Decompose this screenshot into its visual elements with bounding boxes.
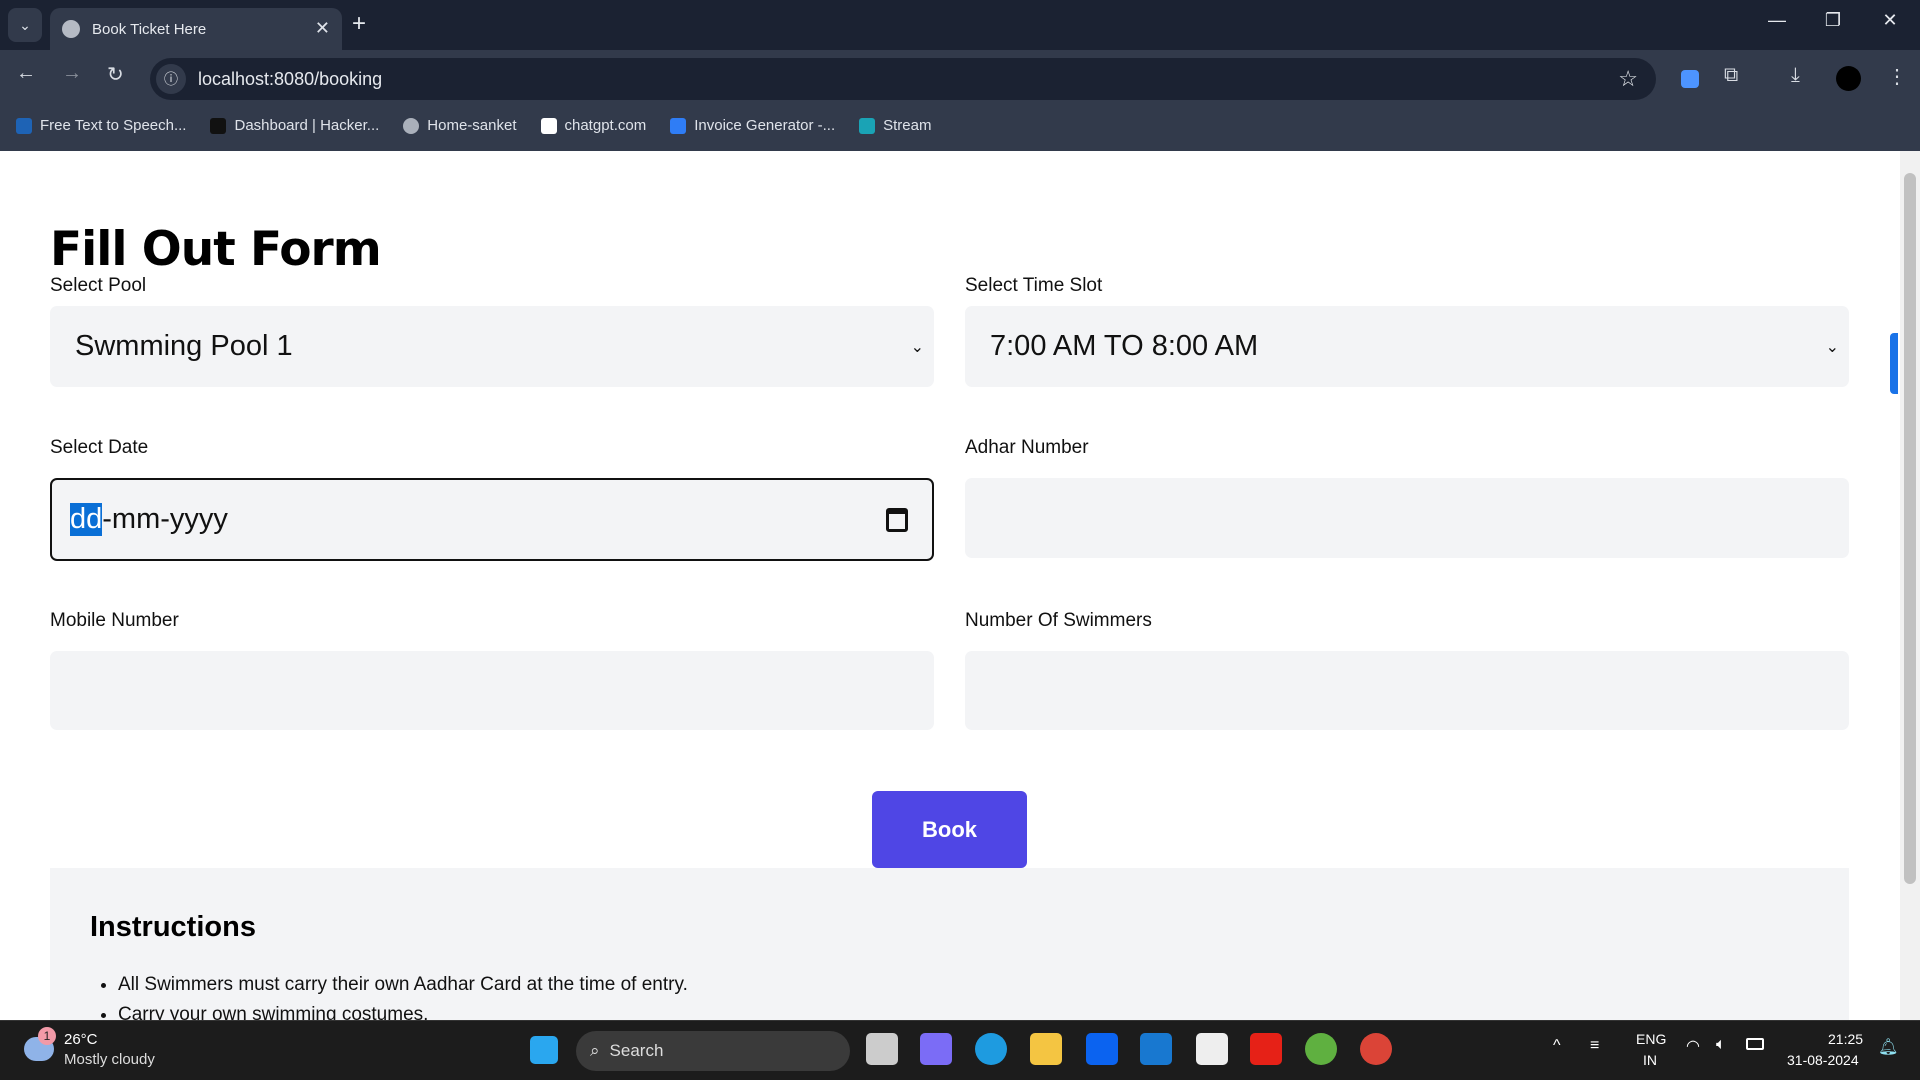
bookmark[interactable]: Invoice Generator -... [670, 117, 835, 134]
dropbox-icon[interactable] [1086, 1033, 1118, 1065]
clock-date[interactable]: 31-08-2024 [1787, 1052, 1859, 1068]
taskbar-search[interactable]: ⌕ Search [576, 1031, 850, 1071]
store-icon[interactable] [1196, 1033, 1228, 1065]
instructions-panel: Instructions All Swimmers must carry the… [50, 868, 1849, 1025]
clock-time[interactable]: 21:25 [1828, 1031, 1863, 1047]
swimmers-label: Number Of Swimmers [965, 610, 1152, 631]
instruction-item: All Swimmers must carry their own Aadhar… [118, 970, 688, 1000]
tab-active[interactable]: Book Ticket Here ✕ [50, 8, 342, 50]
edge-icon[interactable] [975, 1033, 1007, 1065]
chatgpt-icon [540, 117, 557, 134]
bookmark[interactable]: Dashboard | Hacker... [210, 117, 379, 134]
date-input[interactable]: dd -mm-yyyy [50, 478, 934, 561]
weather-text[interactable]: Mostly cloudy [64, 1051, 155, 1068]
search-icon: ⌕ [590, 1041, 600, 1060]
download-icon[interactable]: ⤓ [1791, 64, 1800, 87]
task-view-icon[interactable] [866, 1033, 898, 1065]
puzzle-icon[interactable]: ⧉ [1724, 64, 1738, 87]
avatar[interactable] [1836, 66, 1861, 91]
notification-badge: 1 [38, 1027, 56, 1045]
star-icon[interactable]: ☆ [1618, 66, 1638, 92]
minimize-button[interactable]: — [1757, 10, 1797, 31]
tab-search-button[interactable]: ⌄ [8, 8, 42, 42]
back-button[interactable]: ← [16, 62, 36, 85]
pool-label: Select Pool [50, 275, 147, 296]
send-icon [670, 117, 687, 134]
date-label: Select Date [50, 437, 149, 458]
scrollbar-thumb[interactable] [1904, 173, 1916, 884]
tab-title: Book Ticket Here [92, 20, 207, 38]
language-bottom[interactable]: IN [1643, 1052, 1657, 1068]
language-top[interactable]: ENG [1636, 1031, 1666, 1047]
forward-button[interactable]: → [62, 62, 82, 85]
book-button[interactable]: Book [872, 791, 1027, 868]
info-icon[interactable]: ⓘ [156, 64, 186, 94]
spring-icon[interactable] [1305, 1033, 1337, 1065]
new-tab-button[interactable]: + [352, 10, 366, 38]
taskbar: 1 26°C Mostly cloudy ⌕ Search ^ ≡ ENG IN … [0, 1020, 1920, 1080]
page-title: Fill Out Form [50, 222, 382, 277]
chevron-up-icon[interactable]: ^ [1553, 1037, 1561, 1055]
globe-icon [62, 20, 80, 38]
chevron-down-icon: ⌄ [1825, 338, 1839, 356]
side-panel-indicator[interactable] [1890, 333, 1898, 394]
swimmers-input[interactable] [965, 651, 1849, 730]
adhar-label: Adhar Number [965, 437, 1089, 458]
bookmark[interactable]: Free Text to Speech... [16, 117, 186, 134]
chevron-down-icon: ⌄ [910, 338, 924, 356]
url-text: localhost:8080/booking [198, 68, 383, 89]
bookmark-icon [210, 117, 227, 134]
adhar-input[interactable] [965, 478, 1849, 558]
bell-icon[interactable]: 🔔︎ [1878, 1037, 1898, 1057]
wifi-icon[interactable]: ◠ [1686, 1036, 1700, 1056]
bookmark[interactable]: chatgpt.com [540, 117, 646, 134]
temperature[interactable]: 26°C [64, 1031, 98, 1048]
globe-icon [403, 117, 420, 134]
windows-start-icon[interactable] [530, 1036, 558, 1064]
volume-icon[interactable]: 🔈︎ [1716, 1036, 1726, 1054]
time-slot-label: Select Time Slot [965, 275, 1103, 296]
restore-button[interactable]: ❐ [1813, 10, 1853, 31]
instructions-title: Instructions [90, 911, 256, 943]
battery-icon[interactable] [1746, 1038, 1764, 1050]
chrome-icon[interactable] [1360, 1033, 1392, 1065]
bookmarks-bar: Free Text to Speech... Dashboard | Hacke… [0, 100, 1920, 151]
extension-icon[interactable] [1681, 70, 1699, 88]
copilot-icon[interactable] [920, 1033, 952, 1065]
mobile-input[interactable] [50, 651, 934, 730]
time-slot-select[interactable]: 7:00 AM TO 8:00 AM ⌄ [965, 306, 1849, 387]
app-icon[interactable] [1140, 1033, 1172, 1065]
bookmark-icon [16, 117, 32, 134]
address-bar[interactable]: ⓘ localhost:8080/booking ☆ [150, 58, 1656, 100]
menu-icon[interactable]: ⋮ [1887, 64, 1907, 89]
youtube-icon[interactable] [1250, 1033, 1282, 1065]
bookmark[interactable]: Home-sanket [403, 117, 517, 134]
pen-icon[interactable]: ≡ [1590, 1037, 1599, 1055]
bookmark[interactable]: Stream [859, 117, 931, 134]
close-tab-icon[interactable]: ✕ [315, 18, 330, 39]
pool-select[interactable]: Swmming Pool 1 ⌄ [50, 306, 934, 387]
calendar-icon[interactable] [886, 507, 908, 532]
reload-button[interactable]: ↻ [107, 62, 124, 87]
stream-icon [859, 117, 876, 134]
file-explorer-icon[interactable] [1030, 1033, 1062, 1065]
mobile-label: Mobile Number [50, 610, 179, 631]
close-window-button[interactable]: ✕ [1870, 10, 1910, 31]
